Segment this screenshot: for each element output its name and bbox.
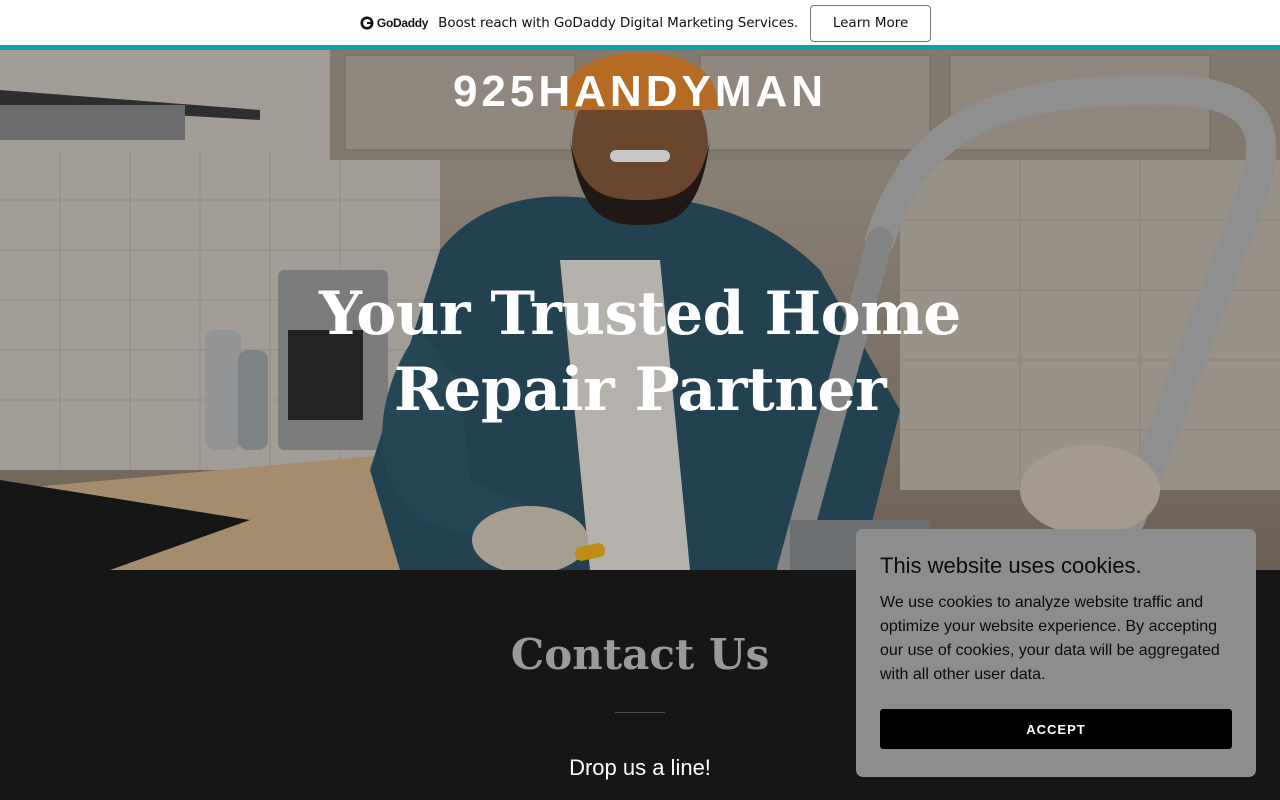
hero-section: 925HANDYMAN Your Trusted Home Repair Par… [0,50,1280,570]
promo-message: Boost reach with GoDaddy Digital Marketi… [438,15,799,31]
cookie-consent-dialog: This website uses cookies. We use cookie… [856,529,1256,777]
godaddy-logo-icon [360,16,374,30]
promo-banner: GoDaddy Boost reach with GoDaddy Digital… [0,0,1280,46]
hero-headline: Your Trusted Home Repair Partner [319,279,961,425]
godaddy-logo: GoDaddy [359,15,428,31]
cookie-message: We use cookies to analyze website traffi… [880,594,1220,683]
cookie-title: This website uses cookies. [880,553,1142,578]
section-divider [615,712,665,713]
learn-more-button[interactable]: Learn More [810,4,932,42]
site-logo-text[interactable]: 925HANDYMAN [0,67,1280,117]
godaddy-logo-text: GoDaddy [376,16,429,30]
promo-content: GoDaddy Boost reach with GoDaddy Digital… [359,4,932,42]
accept-cookies-button[interactable]: ACCEPT [880,709,1232,749]
